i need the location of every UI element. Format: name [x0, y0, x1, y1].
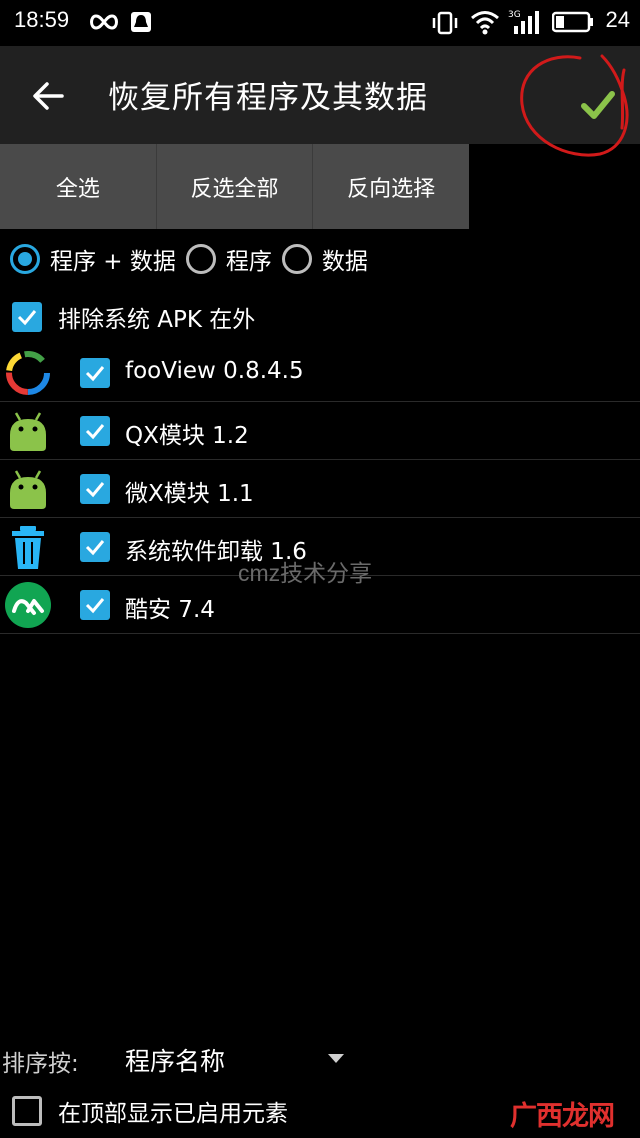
show-enabled-top-checkbox[interactable] [12, 1096, 42, 1126]
mode-radio-group: 程序 + 数据 程序 数据 [10, 238, 378, 280]
app-list: fooView 0.8.4.5 QX模块 1.2 微X模块 1.1 系统软件卸载… [0, 344, 640, 634]
watermark: cmz技术分享 [238, 560, 373, 586]
signal-3g-icon: 3G [508, 8, 544, 40]
android-icon [10, 470, 46, 509]
page-title: 恢复所有程序及其数据 [108, 80, 428, 116]
list-item[interactable]: QX模块 1.2 [0, 402, 640, 460]
back-button[interactable] [28, 76, 68, 116]
radio-button[interactable] [185, 244, 216, 274]
android-icon [10, 412, 46, 451]
app-checkbox[interactable] [80, 474, 110, 504]
sort-dropdown[interactable]: 程序名称 [125, 1042, 225, 1078]
radio-data[interactable]: 数据 [281, 242, 368, 276]
app-name: 微X模块 1.1 [125, 481, 254, 507]
radio-button[interactable] [281, 244, 312, 274]
sort-row: 排序按: 程序名称 [0, 1040, 640, 1080]
app-checkbox[interactable] [80, 532, 110, 562]
selection-bar: 全选 反选全部 反向选择 [0, 144, 469, 229]
annotation-circle [520, 54, 629, 157]
notification-icon [130, 11, 152, 37]
exclude-system-apk-option[interactable]: 排除系统 APK 在外 [12, 300, 255, 334]
invert-selection-button[interactable]: 反向选择 [313, 144, 469, 229]
app-checkbox[interactable] [80, 358, 110, 388]
svg-text:3G: 3G [508, 10, 521, 20]
show-enabled-top-option[interactable]: 在顶部显示已启用元素 [12, 1094, 288, 1128]
confirm-button[interactable] [520, 54, 630, 157]
show-enabled-top-label: 在顶部显示已启用元素 [58, 1101, 288, 1127]
coolapk-icon [5, 582, 51, 628]
radio-app[interactable]: 程序 [185, 242, 272, 276]
select-all-button[interactable]: 全选 [0, 144, 157, 229]
arrow-left-icon [33, 82, 64, 110]
app-name: QX模块 1.2 [125, 423, 249, 449]
screen: 18:59 3G 24 恢复所有程序及其数据 全选 反选全部 反向选择 程序 +… [0, 0, 640, 1138]
battery-level: 24 [605, 7, 630, 32]
fooview-icon [6, 351, 50, 395]
trash-icon [12, 526, 44, 569]
infinity-icon [88, 12, 120, 36]
corner-logo: 广西龙网 [510, 1101, 615, 1132]
exclude-system-checkbox[interactable] [12, 302, 42, 332]
vibrate-icon [430, 11, 460, 39]
battery-icon [551, 11, 594, 37]
app-checkbox[interactable] [80, 416, 110, 446]
radio-label: 程序 + 数据 [50, 249, 176, 275]
app-checkbox[interactable] [80, 590, 110, 620]
status-bar: 18:59 3G 24 [0, 0, 640, 46]
dropdown-arrow-icon[interactable] [328, 1054, 344, 1063]
app-name: fooView 0.8.4.5 [125, 358, 304, 384]
exclude-system-label: 排除系统 APK 在外 [58, 307, 256, 333]
sort-label: 排序按: [2, 1051, 79, 1077]
deselect-all-button[interactable]: 反选全部 [157, 144, 314, 229]
status-time: 18:59 [14, 7, 70, 32]
radio-label: 程序 [225, 249, 272, 275]
list-item[interactable]: 微X模块 1.1 [0, 460, 640, 518]
radio-app-data[interactable]: 程序 + 数据 [10, 242, 176, 276]
radio-button[interactable] [10, 244, 40, 274]
toolbar: 恢复所有程序及其数据 [0, 46, 640, 157]
checkmark-icon [581, 91, 615, 119]
wifi-icon [470, 9, 500, 39]
list-item[interactable]: fooView 0.8.4.5 [0, 344, 640, 402]
radio-label: 数据 [321, 249, 368, 275]
app-name: 酷安 7.4 [125, 597, 215, 623]
